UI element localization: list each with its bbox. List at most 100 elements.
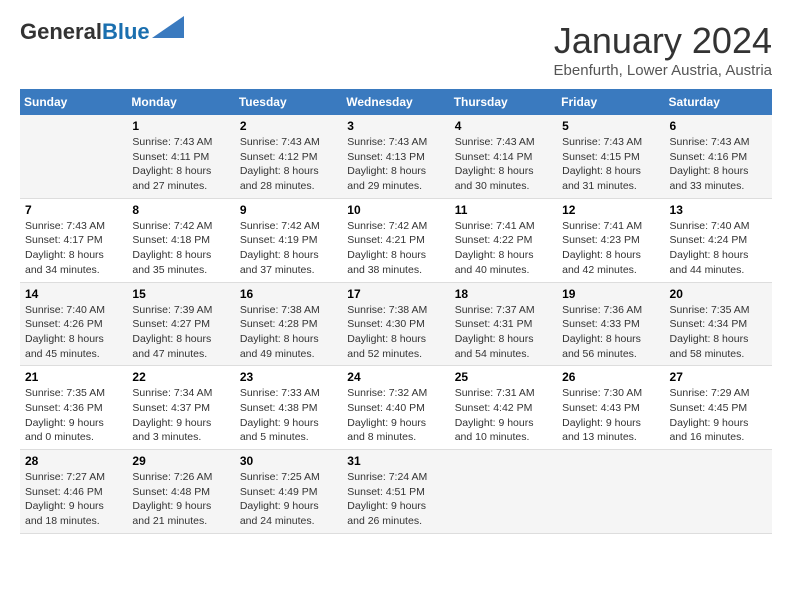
day-info: Sunrise: 7:26 AM Sunset: 4:48 PM Dayligh… <box>132 470 229 529</box>
day-number: 5 <box>562 119 659 133</box>
day-info: Sunrise: 7:40 AM Sunset: 4:24 PM Dayligh… <box>670 219 767 278</box>
calendar-table: SundayMondayTuesdayWednesdayThursdayFrid… <box>20 89 772 534</box>
day-number: 31 <box>347 454 444 468</box>
day-number: 21 <box>25 370 122 384</box>
day-info: Sunrise: 7:43 AM Sunset: 4:17 PM Dayligh… <box>25 219 122 278</box>
day-info: Sunrise: 7:34 AM Sunset: 4:37 PM Dayligh… <box>132 386 229 445</box>
weekday-header-friday: Friday <box>557 89 664 115</box>
calendar-cell: 27Sunrise: 7:29 AM Sunset: 4:45 PM Dayli… <box>665 366 772 450</box>
day-info: Sunrise: 7:43 AM Sunset: 4:15 PM Dayligh… <box>562 135 659 194</box>
day-number: 6 <box>670 119 767 133</box>
day-number: 11 <box>455 203 552 217</box>
weekday-header-tuesday: Tuesday <box>235 89 342 115</box>
day-info: Sunrise: 7:42 AM Sunset: 4:19 PM Dayligh… <box>240 219 337 278</box>
day-info: Sunrise: 7:41 AM Sunset: 4:23 PM Dayligh… <box>562 219 659 278</box>
day-info: Sunrise: 7:42 AM Sunset: 4:18 PM Dayligh… <box>132 219 229 278</box>
calendar-cell: 5 Sunrise: 7:43 AM Sunset: 4:15 PM Daylig… <box>557 115 664 198</box>
calendar-cell: 4 Sunrise: 7:43 AM Sunset: 4:14 PM Daylig… <box>450 115 557 198</box>
calendar-cell: 7 Sunrise: 7:43 AM Sunset: 4:17 PM Daylig… <box>20 198 127 282</box>
calendar-week-row: 28 Sunrise: 7:27 AM Sunset: 4:46 PM Dayli… <box>20 450 772 534</box>
day-number: 23 <box>240 370 337 384</box>
day-info: Sunrise: 7:35 AM Sunset: 4:36 PM Dayligh… <box>25 386 122 445</box>
calendar-cell: 16 Sunrise: 7:38 AM Sunset: 4:28 PM Dayli… <box>235 282 342 366</box>
day-info: Sunrise: 7:37 AM Sunset: 4:31 PM Dayligh… <box>455 303 552 362</box>
day-number: 14 <box>25 287 122 301</box>
day-info: Sunrise: 7:24 AM Sunset: 4:51 PM Dayligh… <box>347 470 444 529</box>
weekday-header-sunday: Sunday <box>20 89 127 115</box>
calendar-cell: 11 Sunrise: 7:41 AM Sunset: 4:22 PM Dayli… <box>450 198 557 282</box>
location-subtitle: Ebenfurth, Lower Austria, Austria <box>554 62 772 79</box>
day-info: Sunrise: 7:41 AM Sunset: 4:22 PM Dayligh… <box>455 219 552 278</box>
calendar-cell: 21 Sunrise: 7:35 AM Sunset: 4:36 PM Dayli… <box>20 366 127 450</box>
calendar-cell: 13 Sunrise: 7:40 AM Sunset: 4:24 PM Dayli… <box>665 198 772 282</box>
day-number: 2 <box>240 119 337 133</box>
calendar-cell: 18 Sunrise: 7:37 AM Sunset: 4:31 PM Dayli… <box>450 282 557 366</box>
day-number: 20 <box>670 287 767 301</box>
calendar-cell: 30Sunrise: 7:25 AM Sunset: 4:49 PM Dayli… <box>235 450 342 534</box>
calendar-cell: 14 Sunrise: 7:40 AM Sunset: 4:26 PM Dayli… <box>20 282 127 366</box>
calendar-cell <box>665 450 772 534</box>
calendar-cell: 22 Sunrise: 7:34 AM Sunset: 4:37 PM Dayli… <box>127 366 234 450</box>
calendar-cell: 9Sunrise: 7:42 AM Sunset: 4:19 PM Daylig… <box>235 198 342 282</box>
calendar-week-row: 7 Sunrise: 7:43 AM Sunset: 4:17 PM Daylig… <box>20 198 772 282</box>
calendar-cell: 26Sunrise: 7:30 AM Sunset: 4:43 PM Dayli… <box>557 366 664 450</box>
day-info: Sunrise: 7:27 AM Sunset: 4:46 PM Dayligh… <box>25 470 122 529</box>
month-title: January 2024 <box>554 20 772 62</box>
day-info: Sunrise: 7:43 AM Sunset: 4:16 PM Dayligh… <box>670 135 767 194</box>
calendar-cell: 8 Sunrise: 7:42 AM Sunset: 4:18 PM Daylig… <box>127 198 234 282</box>
logo: GeneralBlue <box>20 20 184 44</box>
day-info: Sunrise: 7:38 AM Sunset: 4:30 PM Dayligh… <box>347 303 444 362</box>
logo-text: GeneralBlue <box>20 20 150 44</box>
calendar-cell: 28 Sunrise: 7:27 AM Sunset: 4:46 PM Dayli… <box>20 450 127 534</box>
calendar-cell: 15Sunrise: 7:39 AM Sunset: 4:27 PM Dayli… <box>127 282 234 366</box>
day-number: 29 <box>132 454 229 468</box>
weekday-header-row: SundayMondayTuesdayWednesdayThursdayFrid… <box>20 89 772 115</box>
title-section: January 2024 Ebenfurth, Lower Austria, A… <box>554 20 772 79</box>
day-info: Sunrise: 7:43 AM Sunset: 4:14 PM Dayligh… <box>455 135 552 194</box>
day-number: 30 <box>240 454 337 468</box>
day-info: Sunrise: 7:29 AM Sunset: 4:45 PM Dayligh… <box>670 386 767 445</box>
day-number: 24 <box>347 370 444 384</box>
calendar-cell: 20Sunrise: 7:35 AM Sunset: 4:34 PM Dayli… <box>665 282 772 366</box>
calendar-week-row: 21 Sunrise: 7:35 AM Sunset: 4:36 PM Dayli… <box>20 366 772 450</box>
day-number: 4 <box>455 119 552 133</box>
calendar-cell: 10 Sunrise: 7:42 AM Sunset: 4:21 PM Dayli… <box>342 198 449 282</box>
day-number: 3 <box>347 119 444 133</box>
day-number: 7 <box>25 203 122 217</box>
day-info: Sunrise: 7:38 AM Sunset: 4:28 PM Dayligh… <box>240 303 337 362</box>
calendar-week-row: 1Sunrise: 7:43 AM Sunset: 4:11 PM Daylig… <box>20 115 772 198</box>
calendar-cell <box>557 450 664 534</box>
calendar-cell: 1Sunrise: 7:43 AM Sunset: 4:11 PM Daylig… <box>127 115 234 198</box>
calendar-week-row: 14 Sunrise: 7:40 AM Sunset: 4:26 PM Dayli… <box>20 282 772 366</box>
day-number: 19 <box>562 287 659 301</box>
day-info: Sunrise: 7:43 AM Sunset: 4:13 PM Dayligh… <box>347 135 444 194</box>
day-number: 12 <box>562 203 659 217</box>
calendar-cell: 6 Sunrise: 7:43 AM Sunset: 4:16 PM Daylig… <box>665 115 772 198</box>
calendar-cell: 23Sunrise: 7:33 AM Sunset: 4:38 PM Dayli… <box>235 366 342 450</box>
day-number: 28 <box>25 454 122 468</box>
calendar-cell: 17 Sunrise: 7:38 AM Sunset: 4:30 PM Dayli… <box>342 282 449 366</box>
day-number: 18 <box>455 287 552 301</box>
day-number: 26 <box>562 370 659 384</box>
calendar-cell: 29 Sunrise: 7:26 AM Sunset: 4:48 PM Dayli… <box>127 450 234 534</box>
day-number: 8 <box>132 203 229 217</box>
day-info: Sunrise: 7:32 AM Sunset: 4:40 PM Dayligh… <box>347 386 444 445</box>
day-info: Sunrise: 7:40 AM Sunset: 4:26 PM Dayligh… <box>25 303 122 362</box>
day-number: 22 <box>132 370 229 384</box>
weekday-header-thursday: Thursday <box>450 89 557 115</box>
weekday-header-wednesday: Wednesday <box>342 89 449 115</box>
day-info: Sunrise: 7:42 AM Sunset: 4:21 PM Dayligh… <box>347 219 444 278</box>
day-number: 17 <box>347 287 444 301</box>
day-number: 16 <box>240 287 337 301</box>
day-number: 13 <box>670 203 767 217</box>
logo-icon <box>152 16 184 38</box>
calendar-cell: 19Sunrise: 7:36 AM Sunset: 4:33 PM Dayli… <box>557 282 664 366</box>
calendar-cell: 31 Sunrise: 7:24 AM Sunset: 4:51 PM Dayli… <box>342 450 449 534</box>
day-number: 10 <box>347 203 444 217</box>
day-number: 1 <box>132 119 229 133</box>
calendar-cell: 2Sunrise: 7:43 AM Sunset: 4:12 PM Daylig… <box>235 115 342 198</box>
weekday-header-saturday: Saturday <box>665 89 772 115</box>
page-header: GeneralBlue January 2024 Ebenfurth, Lowe… <box>20 20 772 79</box>
calendar-cell <box>450 450 557 534</box>
calendar-cell: 24 Sunrise: 7:32 AM Sunset: 4:40 PM Dayli… <box>342 366 449 450</box>
